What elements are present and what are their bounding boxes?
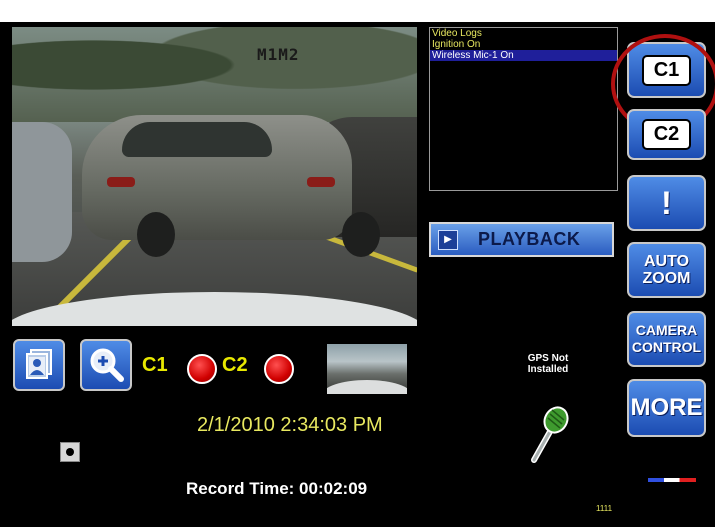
photo-stack-icon — [26, 349, 52, 379]
alert-button[interactable]: ! — [627, 175, 706, 231]
c2-record-indicator — [264, 354, 294, 384]
wheel — [342, 212, 380, 257]
event-log-list[interactable]: Video Logs Ignition On Wireless Mic-1 On — [429, 27, 618, 191]
feed-background — [12, 27, 417, 122]
radio-dot — [66, 448, 74, 456]
gps-status-line2: Installed — [527, 364, 569, 375]
camera-control-label-line1: CAMERA — [635, 322, 698, 338]
status-flag-bar — [648, 478, 696, 482]
camera-feed[interactable]: M1M2 — [12, 27, 417, 326]
wheel — [137, 212, 175, 257]
radio-toggle[interactable] — [60, 442, 80, 462]
car-window — [122, 122, 272, 157]
log-item[interactable]: Video Logs — [430, 28, 617, 39]
auto-zoom-label-line2: ZOOM — [642, 270, 691, 287]
camera-control-label-line2: CONTROL — [631, 339, 702, 355]
unit-code: 1111 — [596, 504, 613, 513]
wireless-mic-icon — [531, 406, 569, 463]
c1-status-label: C1 — [142, 354, 168, 376]
log-item[interactable]: Ignition On — [430, 39, 617, 50]
c2-label: C2 — [641, 119, 692, 150]
playback-button[interactable]: ▶ PLAYBACK — [429, 222, 614, 257]
camera-thumbnail[interactable] — [327, 344, 407, 394]
gps-status-line1: GPS Not — [527, 353, 569, 364]
tail-light — [307, 177, 335, 187]
magnify-plus-icon — [90, 348, 124, 382]
c2-status-label: C2 — [222, 354, 248, 376]
auto-zoom-label-line1: AUTO — [643, 253, 690, 270]
gps-status: GPS Not Installed — [518, 353, 578, 375]
exclamation-icon: ! — [661, 185, 672, 221]
camera-control-button[interactable]: CAMERA CONTROL — [627, 311, 706, 367]
feed-overlay-text: M1M2 — [257, 45, 300, 64]
playback-label: PLAYBACK — [478, 229, 581, 249]
c1-record-indicator — [187, 354, 217, 384]
c1-label: C1 — [641, 54, 692, 86]
c1-button[interactable]: C1 — [627, 42, 706, 98]
snapshot-button[interactable] — [13, 339, 65, 391]
dvr-screen: M1M2 Video Logs Ignition On Wireless Mic… — [0, 22, 715, 527]
more-button[interactable]: MORE — [627, 379, 706, 437]
auto-zoom-button[interactable]: AUTO ZOOM — [627, 242, 706, 298]
car-left — [12, 122, 72, 262]
play-icon: ▶ — [438, 229, 458, 250]
zoom-button[interactable] — [80, 339, 132, 391]
more-label: MORE — [630, 394, 703, 421]
thumbnail-hood — [327, 380, 407, 394]
tail-light — [107, 177, 135, 187]
c2-button[interactable]: C2 — [627, 109, 706, 160]
record-time: Record Time: 00:02:09 — [186, 479, 368, 498]
datetime-display: 2/1/2010 2:34:03 PM — [197, 414, 383, 436]
log-item-selected[interactable]: Wireless Mic-1 On — [430, 50, 617, 61]
